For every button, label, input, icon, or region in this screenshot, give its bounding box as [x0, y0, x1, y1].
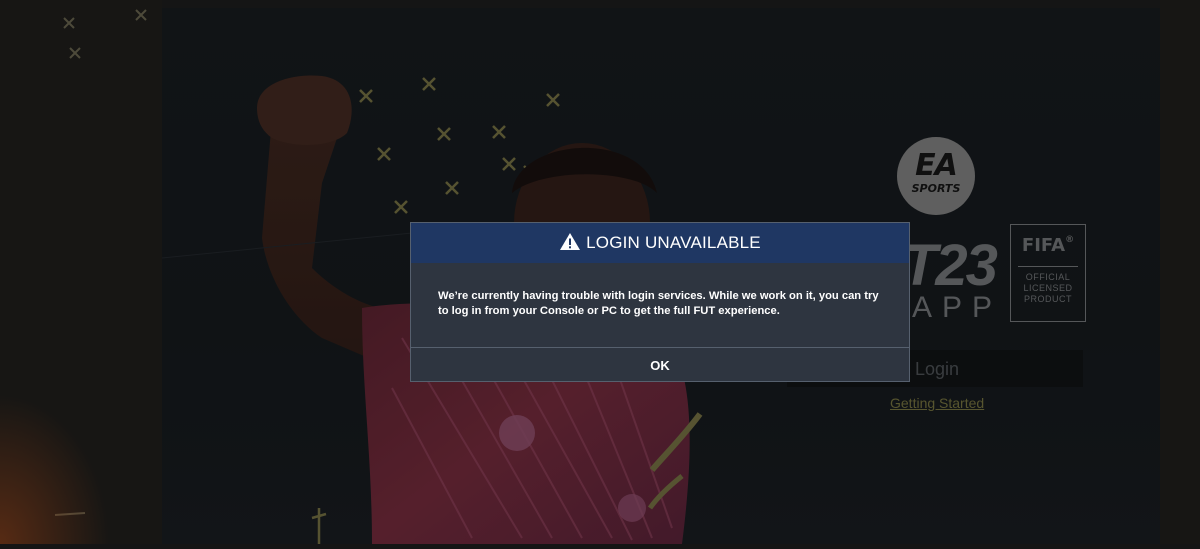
ok-button[interactable]: OK [411, 348, 909, 382]
right-background-pattern [1160, 0, 1200, 544]
fifa-logo: FIFA® [1021, 235, 1075, 256]
license-line-3: PRODUCT [1024, 294, 1072, 304]
getting-started-link[interactable]: Getting Started [890, 395, 984, 411]
license-line-2: LICENSED [1023, 283, 1073, 293]
dialog-title: LOGIN UNAVAILABLE [586, 233, 761, 252]
license-line-1: OFFICIAL [1025, 272, 1071, 282]
left-glow [0, 394, 110, 544]
badge-divider [1018, 266, 1078, 267]
fifa-license-badge: FIFA® OFFICIAL LICENSED PRODUCT [1010, 224, 1086, 322]
ea-logo-text: EA [915, 148, 958, 183]
left-background-pattern [0, 0, 162, 544]
ea-sports-logo: EA SPORTS [897, 137, 975, 215]
dialog-message: We’re currently having trouble with logi… [438, 290, 879, 317]
app-title-word: APP [912, 291, 1003, 324]
ea-sports-text: SPORTS [911, 182, 961, 195]
warning-icon [560, 233, 581, 251]
app-title-number: T23 [902, 233, 998, 298]
login-unavailable-dialog: LOGIN UNAVAILABLE We’re currently having… [410, 222, 910, 382]
dialog-header: LOGIN UNAVAILABLE [411, 223, 909, 263]
dialog-footer: OK [411, 347, 909, 382]
